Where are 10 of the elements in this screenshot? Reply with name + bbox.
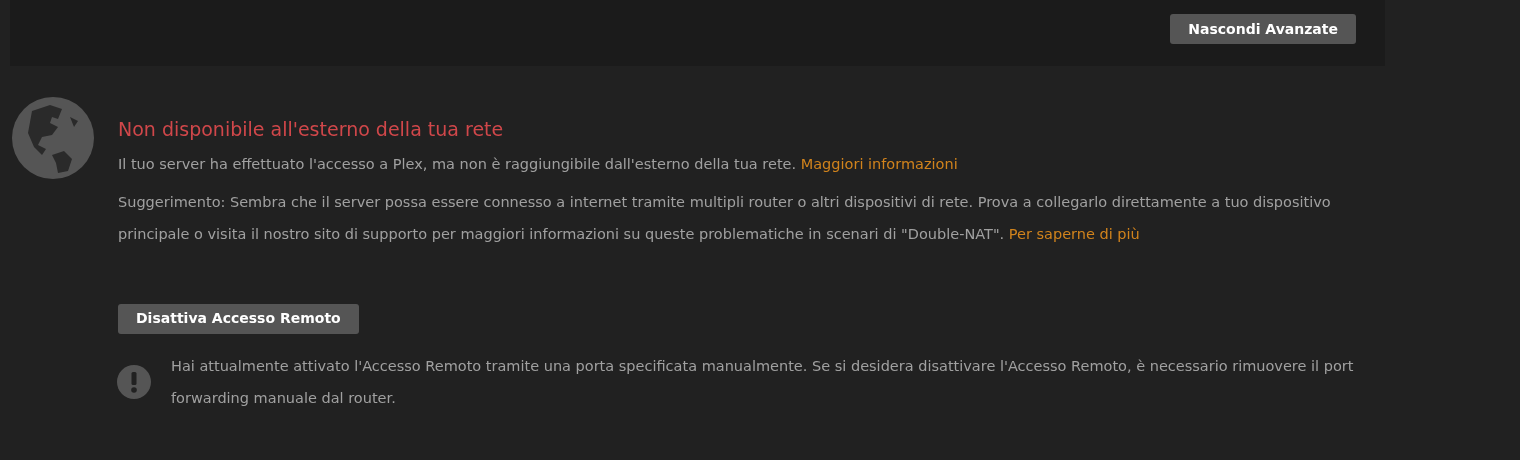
- globe-icon: [12, 97, 94, 179]
- info-link[interactable]: Per saperne di più: [1008, 225, 1140, 242]
- info-link[interactable]: Maggiori informazioni: [800, 155, 958, 172]
- remote-access-note: Hai attualmente attivato l'Accesso Remoto tramite una porta specificata manualmente. Se si desidera disattivare l'Accesso Remoto, è necessario rimuovere il port forwarding manuale dal router.: [170, 356, 1355, 408]
- disable-remote-access-button[interactable]: Disattiva Accesso Remoto: [118, 303, 359, 334]
- warning-icon: [117, 364, 151, 399]
- status-paragraph: Il tuo server ha effettuato l'accesso a Plex, ma non è raggiungibile dall'esterno della tua rete. Maggiori informazioni: [118, 154, 959, 174]
- status-title: Non disponibile all'esterno della tua rete: [118, 117, 505, 142]
- hide-advanced-button[interactable]: Nascondi Avanzate: [1170, 14, 1356, 44]
- status-paragraph: Suggerimento: Sembra che il server possa essere connesso a internet tramite multipli router o altri dispositivi di rete. Prova a collegarlo direttamente a tuo dispositivo principale o visita il nostro sito di supporto per maggiori informazioni su queste problematiche in scenari di "Double-NAT". Per saperne di più: [118, 192, 1332, 244]
